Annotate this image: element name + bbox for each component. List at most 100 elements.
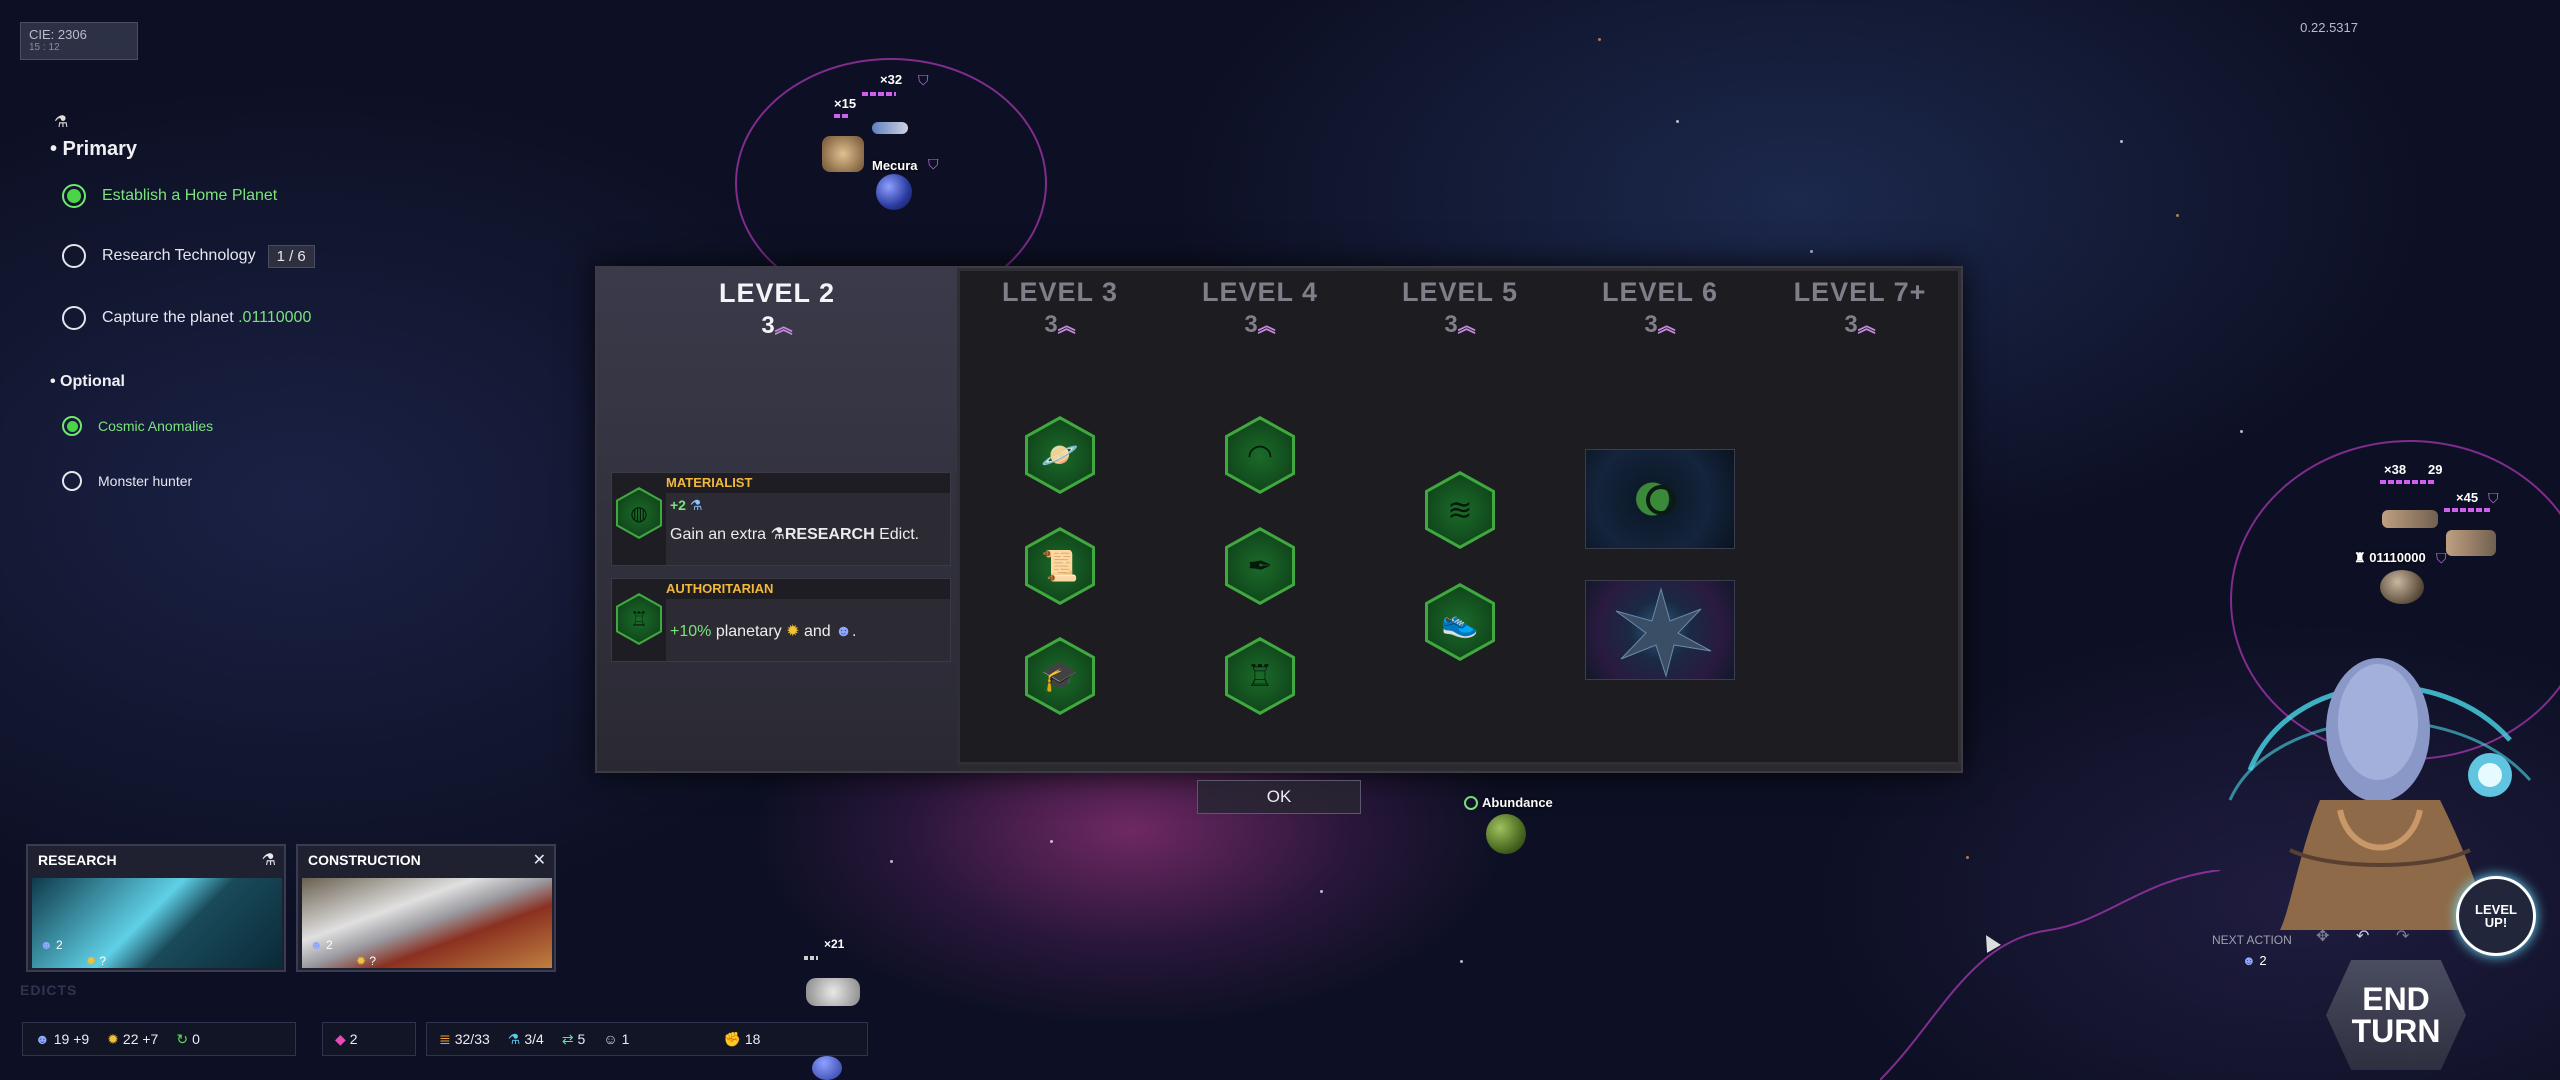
anomaly-icon: [1646, 485, 1676, 515]
edict-keyword: RESEARCH: [784, 526, 875, 543]
end-turn-line2: TURN: [2351, 1013, 2441, 1049]
undo-icon[interactable]: ↶: [2356, 926, 2369, 946]
planet-label-mecura[interactable]: Mecura: [872, 158, 918, 173]
planet-abundance[interactable]: [1486, 814, 1526, 854]
edict-desc: Edict.: [874, 526, 920, 543]
objective-progress-badge: 1 / 6: [267, 244, 315, 268]
planet-label-abundance[interactable]: Abundance: [1482, 795, 1553, 810]
reward-hex-scroll[interactable]: 📜: [1025, 527, 1095, 605]
objective-monster-hunter[interactable]: Monster hunter: [62, 471, 192, 491]
fleet-count[interactable]: ×15: [834, 96, 856, 111]
level-6-title: LEVEL 6: [1601, 277, 1719, 307]
level-up-button[interactable]: LEVEL UP!: [2456, 876, 2536, 956]
flask-icon: ⚗: [770, 526, 785, 543]
objective-label: Research Technology: [102, 247, 256, 264]
planet[interactable]: [812, 1056, 842, 1080]
planet-label-enemy[interactable]: ♜ 01110000: [2354, 550, 2426, 566]
shield-icon: ⛉: [2488, 490, 2499, 506]
edict-materialist[interactable]: ◍ MATERIALIST +2 ⚗ Gain an extra ⚗RESEAR…: [611, 472, 951, 566]
science-stat[interactable]: ⚗ 3/4: [508, 1031, 544, 1048]
reward-hex-graduation[interactable]: 🎓: [1025, 637, 1095, 715]
objective-capture-planet[interactable]: Capture the planet .01110000: [62, 306, 311, 330]
fist-icon: ✊: [723, 1030, 741, 1047]
version-label: 0.22.5317: [2300, 20, 2358, 35]
fleet-count[interactable]: ×38: [2384, 462, 2406, 477]
primary-heading: • Primary: [50, 138, 138, 160]
level-6-cost: 3︽: [1644, 311, 1676, 338]
reward-hex-wind[interactable]: ≋: [1425, 471, 1495, 549]
circle-icon: [62, 471, 82, 491]
level-7-title: LEVEL 7+: [1793, 277, 1927, 307]
boot-icon: 👟: [1428, 586, 1492, 658]
ship-icon[interactable]: [872, 122, 908, 134]
planet-enemy[interactable]: [2380, 570, 2424, 604]
reward-card-anomaly[interactable]: [1585, 449, 1735, 549]
reward-hex-planet[interactable]: 🪐: [1025, 416, 1095, 494]
reward-card-monster[interactable]: [1585, 580, 1735, 680]
trade-stat[interactable]: ⇄ 5: [562, 1031, 586, 1048]
construction-card[interactable]: CONSTRUCTION ✕ ☻ 2 ✹ ?: [296, 844, 556, 972]
reward-hex-feather[interactable]: ✒: [1225, 527, 1295, 605]
card-prod: ✹ ?: [356, 954, 377, 968]
check-icon: [1464, 796, 1478, 810]
influence-stat[interactable]: ↻ 0: [176, 1031, 200, 1048]
edict-authoritarian[interactable]: ♖ AUTHORITARIAN +10% planetary ✹ and ☻.: [611, 578, 951, 662]
population-stat[interactable]: ☻ 19 +9: [35, 1031, 89, 1047]
next-action: NEXT ACTION ☻ 2: [2212, 933, 2292, 968]
current-level-column: LEVEL 2 3︽ ◍ MATERIALIST +2 ⚗ Gain an ex…: [597, 268, 957, 771]
edict-icon-authoritarian: ♖: [616, 593, 662, 645]
optional-heading: • Optional: [50, 373, 125, 390]
ok-button[interactable]: OK: [1197, 780, 1361, 814]
reward-hex-dome[interactable]: ◠: [1225, 416, 1295, 494]
fleet-count[interactable]: ×32: [880, 72, 902, 87]
objective-label: Monster hunter: [98, 473, 193, 489]
current-level-cost: 3︽: [761, 312, 793, 339]
level-5-title: LEVEL 5: [1401, 277, 1519, 307]
ship-icon[interactable]: [2382, 510, 2438, 528]
research-card-image: [32, 878, 282, 968]
fleet-health-bar: [862, 92, 896, 96]
influence-icon: ↻: [176, 1030, 189, 1047]
end-turn-button[interactable]: END TURN: [2326, 960, 2466, 1070]
fleet-count[interactable]: ×45: [2456, 490, 2478, 505]
next-action-label: NEXT ACTION: [2212, 933, 2292, 947]
culture-stat[interactable]: ☺ 1: [603, 1031, 629, 1047]
level-3-title: LEVEL 3: [1001, 277, 1119, 307]
edict-desc: Gain an extra: [670, 526, 771, 543]
check-icon: [62, 416, 82, 436]
production-icon: ✹: [107, 1030, 119, 1047]
reward-hex-factory[interactable]: ♖: [1225, 637, 1295, 715]
station-icon[interactable]: [822, 136, 864, 172]
clock-sub: 15 : 12: [29, 42, 60, 53]
production-icon: ✹: [356, 954, 367, 968]
cube-stat[interactable]: ◆ 2: [335, 1031, 358, 1048]
chevron-up-icon: ︽: [1857, 316, 1876, 336]
ship-icon[interactable]: [806, 978, 860, 1006]
planet-resources: ≣ 32/33 ⚗ 3/4 ⇄ 5 ☺ 1 ✊ 18: [426, 1022, 868, 1056]
population-icon: ☻: [35, 1031, 50, 1047]
planet-ring-icon: 🪐: [1028, 419, 1092, 491]
objective-research-tech[interactable]: Research Technology 1 / 6: [62, 244, 315, 268]
clock-label: CIE: 2306: [29, 27, 87, 42]
planet-mecura[interactable]: [876, 174, 912, 210]
production-stat[interactable]: ✹ 22 +7: [107, 1031, 158, 1048]
tools-icon: ✕: [532, 852, 546, 869]
fleet-count[interactable]: ×21: [824, 937, 844, 951]
objective-cosmic-anomalies[interactable]: Cosmic Anomalies: [62, 416, 213, 436]
card-title: RESEARCH: [38, 852, 117, 868]
redo-icon[interactable]: ↷: [2396, 926, 2409, 946]
military-stat[interactable]: ✊ 18: [723, 1031, 760, 1048]
storage-stat[interactable]: ≣ 32/33: [439, 1031, 490, 1048]
ship-icon[interactable]: [2446, 530, 2496, 556]
flask-icon: ⚗: [507, 1030, 521, 1047]
factory-icon: ♖: [1228, 640, 1292, 712]
research-card[interactable]: RESEARCH ⚗ ☻ 2 ✹ ?: [26, 844, 286, 972]
edict-title: AUTHORITARIAN: [666, 581, 774, 596]
card-title: CONSTRUCTION: [308, 852, 421, 868]
future-levels-panel: LEVEL 3 3︽ LEVEL 4 3︽ LEVEL 5 3︽ LEVEL 6…: [957, 268, 1961, 765]
reward-hex-shoe[interactable]: 👟: [1425, 583, 1495, 661]
flask-icon: ⚗: [54, 114, 69, 131]
objective-establish-home[interactable]: Establish a Home Planet: [62, 184, 277, 208]
move-icon[interactable]: ✥: [2316, 926, 2329, 946]
fleet-count[interactable]: 29: [2428, 462, 2442, 477]
